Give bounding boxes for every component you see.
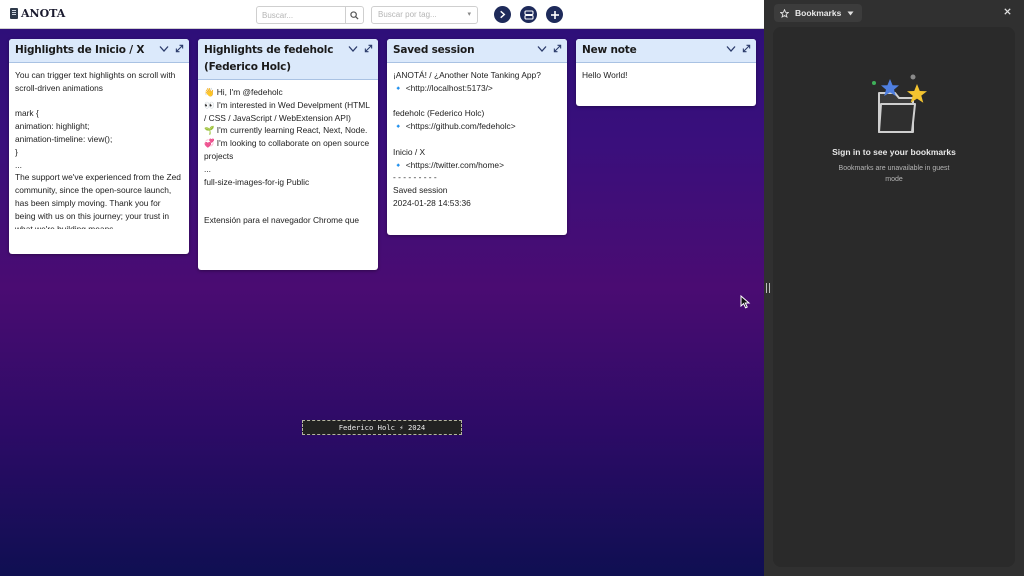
- add-note-button[interactable]: [546, 6, 563, 23]
- mouse-cursor-icon: [740, 295, 751, 309]
- empty-state-title: Sign in to see your bookmarks: [832, 147, 956, 157]
- note-card[interactable]: Highlights de fedeholc (Federico Holc) 👋…: [198, 39, 378, 270]
- note-title[interactable]: Saved session: [393, 42, 561, 59]
- notebook-icon: [10, 8, 18, 19]
- note-body[interactable]: Hello World!: [576, 63, 756, 106]
- note-body[interactable]: You can trigger text highlights on scrol…: [9, 63, 189, 229]
- note-body[interactable]: 👋 Hi, I'm @fedeholc 👀 I'm interested in …: [198, 80, 378, 245]
- star-icon: [780, 8, 789, 18]
- note-header: Saved session: [387, 39, 567, 63]
- chevron-down-icon[interactable]: [537, 45, 547, 53]
- empty-state-subtitle: Bookmarks are unavailable in guest mode: [838, 165, 950, 183]
- save-session-button[interactable]: [520, 6, 537, 23]
- top-bar: ANOTA Buscar por tag... ▾: [0, 0, 764, 29]
- chevron-down-icon[interactable]: [726, 45, 736, 53]
- chevron-down-icon[interactable]: [159, 45, 169, 53]
- chevron-right-icon: [500, 10, 506, 19]
- search-icon: [350, 10, 359, 20]
- expand-icon[interactable]: [742, 44, 751, 53]
- bookmarks-empty-state: Sign in to see your bookmarks Bookmarks …: [773, 27, 1015, 567]
- folder-stars-illustration: [872, 74, 927, 133]
- database-icon: [523, 9, 534, 20]
- footer-credit: Federico Holc ⚡ 2024: [302, 420, 462, 435]
- tag-filter-placeholder: Buscar por tag...: [378, 10, 437, 19]
- note-card[interactable]: New note Hello World!: [576, 39, 756, 106]
- note-body[interactable]: ¡ANOTÁ! / ¿Another Note Tanking App? 🔹 <…: [387, 63, 567, 235]
- note-header: Highlights de fedeholc (Federico Holc): [198, 39, 378, 80]
- note-title[interactable]: Highlights de Inicio / X: [15, 42, 183, 59]
- next-button[interactable]: [494, 6, 511, 23]
- search-box: [256, 6, 364, 24]
- note-card[interactable]: Highlights de Inicio / X You can trigger…: [9, 39, 189, 254]
- brand-logo[interactable]: ANOTA: [10, 7, 65, 20]
- close-icon[interactable]: [1003, 7, 1012, 16]
- plus-icon: [550, 10, 559, 19]
- expand-icon[interactable]: [553, 44, 562, 53]
- note-header: Highlights de Inicio / X: [9, 39, 189, 63]
- side-panel-title: Bookmarks: [795, 8, 842, 18]
- caret-down-icon: [847, 11, 854, 15]
- panel-resize-handle[interactable]: [766, 283, 770, 293]
- expand-icon[interactable]: [175, 44, 184, 53]
- note-title[interactable]: New note: [582, 42, 750, 59]
- search-button[interactable]: [345, 7, 363, 23]
- brand-name: ANOTA: [21, 7, 66, 20]
- note-title[interactable]: Highlights de fedeholc (Federico Holc): [204, 42, 372, 76]
- chevron-down-icon[interactable]: [348, 45, 358, 53]
- side-panel-dropdown[interactable]: Bookmarks: [774, 4, 863, 22]
- search-input[interactable]: [257, 7, 345, 23]
- expand-icon[interactable]: [364, 44, 373, 53]
- app-area: ANOTA Buscar por tag... ▾: [0, 0, 764, 576]
- tag-filter-select[interactable]: Buscar por tag... ▾: [371, 6, 478, 24]
- bookmarks-side-panel: Bookmarks Sign in to see your bookmarks …: [764, 0, 1024, 576]
- note-card[interactable]: Saved session ¡ANOTÁ! / ¿Another Note Ta…: [387, 39, 567, 235]
- chevron-down-icon: ▾: [467, 11, 471, 18]
- note-header: New note: [576, 39, 756, 63]
